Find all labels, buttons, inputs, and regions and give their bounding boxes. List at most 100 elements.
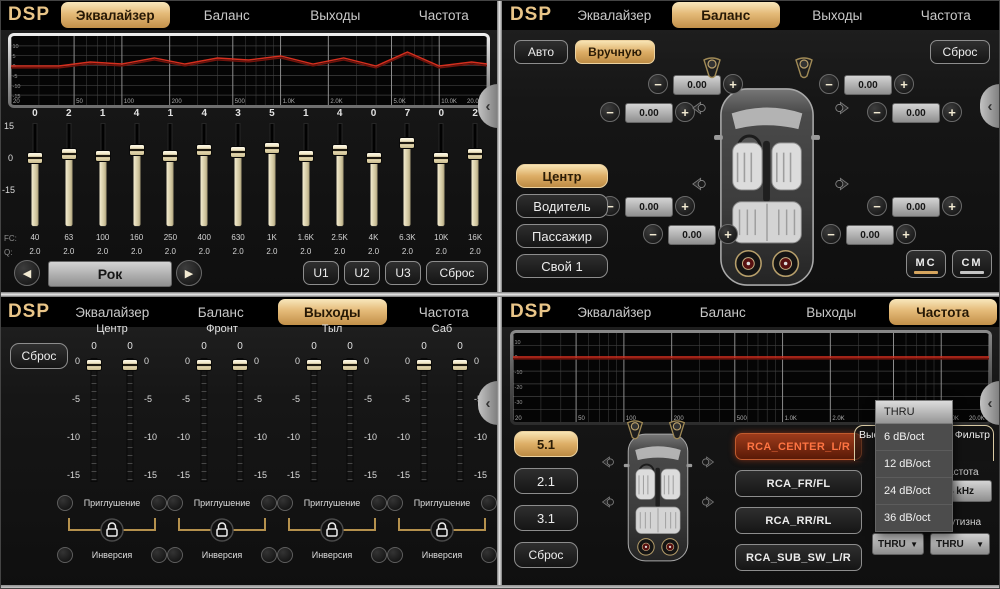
- output-slider[interactable]: [84, 359, 104, 481]
- eq-band-slider[interactable]: [153, 122, 187, 228]
- output-slider[interactable]: [414, 359, 434, 481]
- balance-preset-3[interactable]: Пассажир: [516, 224, 608, 248]
- rca-button-3[interactable]: RCA_RR/RL: [735, 507, 862, 534]
- eq-band-slider[interactable]: [458, 122, 492, 228]
- output-slider[interactable]: [194, 359, 214, 481]
- tab-2[interactable]: Баланс: [672, 2, 781, 28]
- tab-1[interactable]: Эквалайзер: [560, 0, 669, 30]
- stepper-plus-button[interactable]: +: [723, 74, 743, 94]
- mute-left-toggle[interactable]: [387, 495, 403, 511]
- invert-right-toggle[interactable]: [151, 547, 167, 563]
- mute-right-toggle[interactable]: [481, 495, 497, 511]
- units-cm-button[interactable]: CM: [952, 250, 992, 278]
- preset-name-button[interactable]: Рок: [48, 261, 172, 287]
- user-preset-button-u1[interactable]: U1: [303, 261, 339, 285]
- tab-4[interactable]: Частота: [892, 0, 1000, 30]
- invert-right-toggle[interactable]: [371, 547, 387, 563]
- stepper-plus-button[interactable]: +: [942, 102, 962, 122]
- balance-preset-1[interactable]: Центр: [516, 164, 608, 188]
- output-slider-handle[interactable]: [342, 359, 358, 371]
- eq-slider-handle[interactable]: [399, 137, 415, 149]
- invert-left-toggle[interactable]: [277, 547, 293, 563]
- lp-slope-select[interactable]: THRU▼: [930, 533, 990, 555]
- eq-band-slider[interactable]: [424, 122, 458, 228]
- preset-next-button[interactable]: ▶: [176, 260, 202, 286]
- balance-preset-2[interactable]: Водитель: [516, 194, 608, 218]
- eq-slider-handle[interactable]: [332, 144, 348, 156]
- balance-manual-button[interactable]: Вручную: [575, 40, 655, 64]
- invert-left-toggle[interactable]: [387, 547, 403, 563]
- stepper-plus-button[interactable]: +: [718, 224, 738, 244]
- tab-1[interactable]: Эквалайзер: [61, 2, 170, 28]
- output-slider-handle[interactable]: [416, 359, 432, 371]
- eq-slider-handle[interactable]: [95, 150, 111, 162]
- balance-auto-button[interactable]: Авто: [514, 40, 568, 64]
- stepper-minus-button[interactable]: −: [643, 224, 663, 244]
- stepper-minus-button[interactable]: −: [867, 102, 887, 122]
- tab-1[interactable]: Эквалайзер: [560, 297, 669, 327]
- mute-right-toggle[interactable]: [261, 495, 277, 511]
- output-slider[interactable]: [340, 359, 360, 481]
- eq-slider-handle[interactable]: [366, 152, 382, 164]
- eq-band-slider[interactable]: [18, 122, 52, 228]
- dropdown-selected-item[interactable]: THRU: [875, 400, 953, 424]
- mode-button-5.1[interactable]: 5.1: [514, 431, 578, 457]
- tab-2[interactable]: Баланс: [669, 297, 778, 327]
- eq-slider-handle[interactable]: [61, 148, 77, 160]
- stepper-plus-button[interactable]: +: [675, 196, 695, 216]
- user-preset-button-u2[interactable]: U2: [344, 261, 380, 285]
- eq-slider-handle[interactable]: [27, 152, 43, 164]
- eq-slider-handle[interactable]: [433, 152, 449, 164]
- output-slider-handle[interactable]: [232, 359, 248, 371]
- rca-button-4[interactable]: RCA_SUB_SW_L/R: [735, 544, 862, 571]
- output-slider[interactable]: [450, 359, 470, 481]
- invert-right-toggle[interactable]: [261, 547, 277, 563]
- eq-slider-handle[interactable]: [230, 146, 246, 158]
- eq-band-slider[interactable]: [187, 122, 221, 228]
- invert-right-toggle[interactable]: [481, 547, 497, 563]
- drawer-handle[interactable]: ‹: [980, 84, 1000, 128]
- user-preset-button-u3[interactable]: U3: [385, 261, 421, 285]
- output-slider-handle[interactable]: [452, 359, 468, 371]
- link-channels-toggle[interactable]: [387, 515, 497, 545]
- output-slider[interactable]: [304, 359, 324, 481]
- link-channels-toggle[interactable]: [277, 515, 387, 545]
- eq-band-slider[interactable]: [357, 122, 391, 228]
- tab-3[interactable]: Выходы: [278, 299, 387, 325]
- dropdown-option-3[interactable]: 24 dB/oct: [876, 478, 952, 505]
- tab-4[interactable]: Частота: [390, 0, 499, 30]
- output-slider-handle[interactable]: [306, 359, 322, 371]
- eq-slider-handle[interactable]: [196, 144, 212, 156]
- mute-left-toggle[interactable]: [277, 495, 293, 511]
- rca-button-2[interactable]: RCA_FR/FL: [735, 470, 862, 497]
- link-channels-toggle[interactable]: [167, 515, 277, 545]
- tab-4[interactable]: Частота: [889, 299, 998, 325]
- output-slider-handle[interactable]: [86, 359, 102, 371]
- dropdown-option-4[interactable]: 36 dB/oct: [876, 505, 952, 531]
- stepper-minus-button[interactable]: −: [819, 74, 839, 94]
- mode-button-2.1[interactable]: 2.1: [514, 468, 578, 494]
- balance-preset-4[interactable]: Свой 1: [516, 254, 608, 278]
- eq-slider-handle[interactable]: [298, 150, 314, 162]
- invert-left-toggle[interactable]: [167, 547, 183, 563]
- eq-band-slider[interactable]: [323, 122, 357, 228]
- mode-button-3.1[interactable]: 3.1: [514, 505, 578, 531]
- output-slider-handle[interactable]: [122, 359, 138, 371]
- tab-3[interactable]: Выходы: [783, 0, 892, 30]
- eq-band-slider[interactable]: [289, 122, 323, 228]
- mute-left-toggle[interactable]: [167, 495, 183, 511]
- mute-left-toggle[interactable]: [57, 495, 73, 511]
- output-slider-handle[interactable]: [196, 359, 212, 371]
- eq-band-slider[interactable]: [86, 122, 120, 228]
- balance-reset-button[interactable]: Сброс: [930, 40, 990, 64]
- frequency-reset-button[interactable]: Сброс: [514, 542, 578, 568]
- link-channels-toggle[interactable]: [57, 515, 167, 545]
- eq-band-slider[interactable]: [52, 122, 86, 228]
- stepper-minus-button[interactable]: −: [648, 74, 668, 94]
- stepper-plus-button[interactable]: +: [942, 196, 962, 216]
- stepper-minus-button[interactable]: −: [867, 196, 887, 216]
- eq-band-slider[interactable]: [255, 122, 289, 228]
- units-mc-button[interactable]: MC: [906, 250, 946, 278]
- tab-3[interactable]: Выходы: [281, 0, 390, 30]
- eq-slider-handle[interactable]: [162, 150, 178, 162]
